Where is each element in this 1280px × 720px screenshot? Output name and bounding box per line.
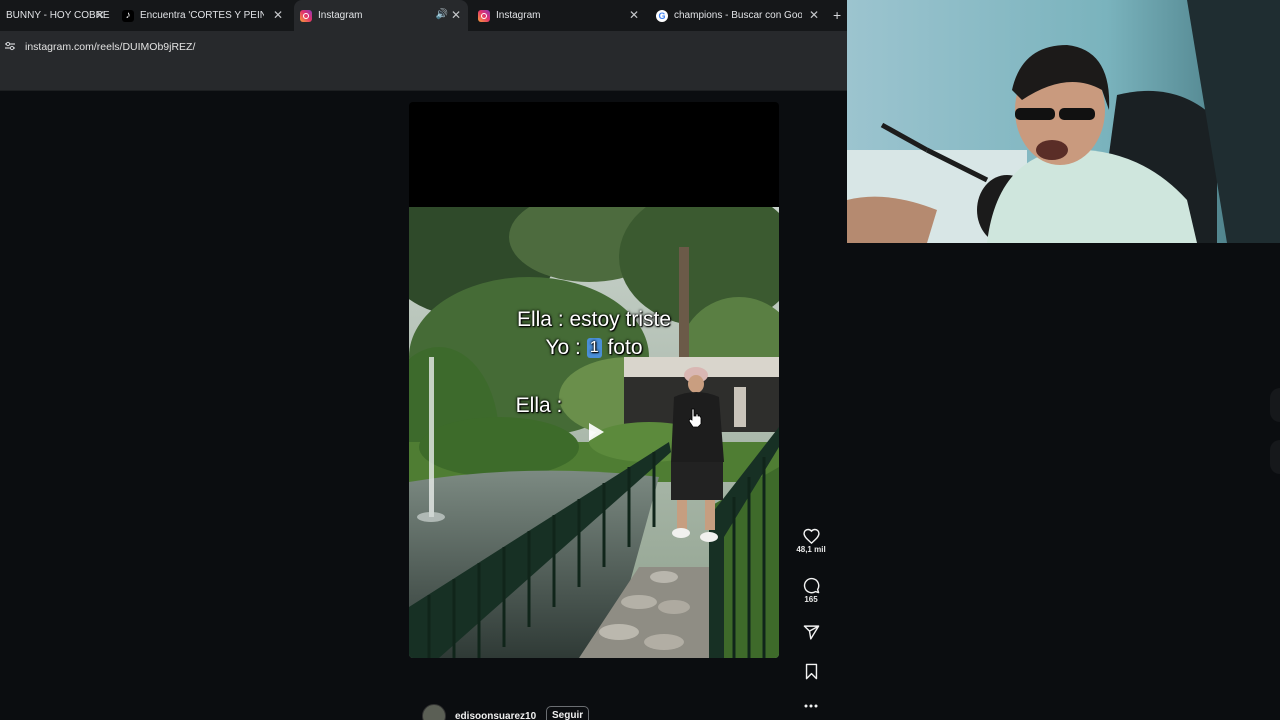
tab-instagram-active[interactable]: Instagram 🔊 ✕ bbox=[294, 0, 468, 31]
instagram-icon bbox=[478, 9, 490, 22]
heart-icon bbox=[802, 528, 820, 544]
like-count: 48,1 mil bbox=[796, 545, 826, 554]
tab-title: champions - Buscar con Google bbox=[674, 10, 802, 21]
scroll-up-button[interactable] bbox=[1270, 388, 1280, 422]
comment-button[interactable]: 165 bbox=[795, 577, 827, 604]
comment-count: 165 bbox=[804, 595, 818, 604]
close-icon[interactable]: ✕ bbox=[628, 9, 640, 21]
tab-tiktok[interactable]: ♪ Encuentra 'CORTES Y PEINADO ✕ bbox=[116, 0, 290, 31]
bookmark-icon bbox=[805, 663, 817, 680]
instagram-icon bbox=[300, 9, 312, 22]
close-icon[interactable]: ✕ bbox=[450, 9, 462, 21]
comment-icon bbox=[803, 577, 819, 594]
caption-line-2: Yo : 1 foto bbox=[464, 336, 724, 360]
address-bar[interactable]: instagram.com/reels/DUIMOb9jREZ/ bbox=[0, 31, 847, 61]
close-icon[interactable]: ✕ bbox=[94, 9, 106, 21]
like-button[interactable]: 48,1 mil bbox=[795, 528, 827, 554]
screen: { "browser": { "tabs": [ {"title": "BUNN… bbox=[0, 0, 1280, 720]
more-icon bbox=[804, 704, 818, 708]
reel-player[interactable]: Ella : estoy triste Yo : 1 foto Ella : bbox=[409, 102, 779, 658]
caption-text: Yo : bbox=[545, 336, 587, 359]
tab-google-search[interactable]: G champions - Buscar con Google ✕ bbox=[650, 0, 826, 31]
close-icon[interactable]: ✕ bbox=[808, 9, 820, 21]
caption-text: foto bbox=[601, 336, 643, 359]
author-username[interactable]: edisoonsuarez10 bbox=[455, 711, 536, 720]
more-options-button[interactable] bbox=[795, 703, 827, 709]
reel-author: edisoonsuarez10 Seguir bbox=[422, 702, 622, 720]
keycap-one-icon: 1 bbox=[586, 338, 602, 358]
tab-title: Encuentra 'CORTES Y PEINADO bbox=[140, 10, 264, 21]
save-button[interactable] bbox=[795, 663, 827, 680]
close-icon[interactable]: ✕ bbox=[272, 9, 284, 21]
share-button[interactable] bbox=[795, 624, 827, 641]
tiktok-icon: ♪ bbox=[122, 9, 134, 22]
avatar[interactable] bbox=[422, 704, 446, 720]
speaker-icon[interactable]: 🔊 bbox=[436, 9, 448, 20]
hand-cursor-icon bbox=[688, 408, 702, 428]
caption-line-1: Ella : estoy triste bbox=[516, 308, 672, 331]
webcam-overlay bbox=[847, 0, 1280, 243]
tab-bunny[interactable]: BUNNY - HOY COBRE ✕ bbox=[0, 0, 112, 31]
tab-title: Instagram bbox=[496, 10, 541, 21]
tab-instagram[interactable]: Instagram ✕ bbox=[472, 0, 646, 31]
site-info-icon[interactable] bbox=[5, 41, 15, 51]
new-tab-button[interactable]: + bbox=[833, 8, 841, 22]
google-icon: G bbox=[656, 9, 668, 22]
bookmarks-bar bbox=[0, 61, 847, 91]
url-text[interactable]: instagram.com/reels/DUIMOb9jREZ/ bbox=[25, 41, 195, 53]
tab-title: Instagram bbox=[318, 10, 363, 21]
follow-button[interactable]: Seguir bbox=[546, 706, 590, 720]
tab-strip: BUNNY - HOY COBRE ✕ ♪ Encuentra 'CORTES … bbox=[0, 0, 847, 31]
play-icon[interactable] bbox=[587, 422, 605, 442]
send-icon bbox=[803, 625, 819, 640]
scroll-down-button[interactable] bbox=[1270, 440, 1280, 474]
caption-line-3: Ella : bbox=[515, 394, 563, 417]
